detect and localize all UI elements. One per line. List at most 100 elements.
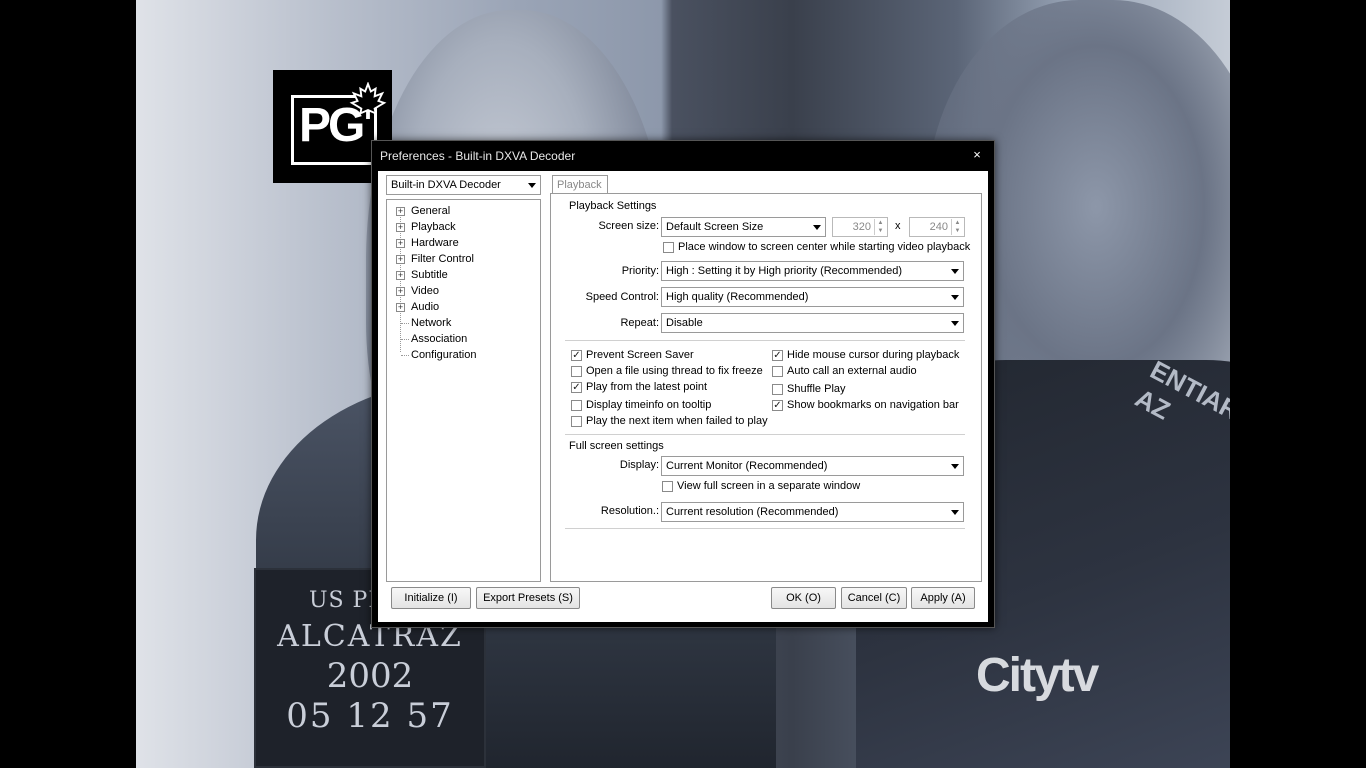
- letterbox-left: [0, 0, 136, 768]
- resolution-label: Resolution.:: [600, 505, 659, 517]
- tree-item-network[interactable]: Network: [387, 315, 537, 331]
- checkbox-label: View full screen in a separate window: [677, 480, 861, 492]
- tree-item-label: Network: [411, 317, 452, 329]
- tree-item-hardware[interactable]: + Hardware: [387, 235, 537, 251]
- display-value: Current Monitor (Recommended): [666, 460, 828, 472]
- size-separator: x: [895, 220, 901, 232]
- tree-item-label: Playback: [411, 221, 456, 233]
- close-icon[interactable]: ×: [970, 148, 984, 162]
- tree-item-label: Video: [411, 285, 439, 297]
- checkbox-label: Open a file using thread to fix freeze: [586, 365, 763, 377]
- checkbox-label: Place window to screen center while star…: [678, 241, 971, 253]
- tab-playback[interactable]: Playback: [552, 175, 608, 194]
- separator: [565, 528, 965, 529]
- dialog-title: Preferences - Built-in DXVA Decoder: [380, 149, 576, 163]
- expand-plus-icon[interactable]: +: [396, 287, 405, 296]
- export-presets-button[interactable]: Export Presets (S): [476, 587, 580, 609]
- tree-item-label: Subtitle: [411, 269, 448, 281]
- playback-settings-page: Playback Settings Screen size: Default S…: [550, 193, 982, 582]
- chevron-down-icon: [528, 183, 536, 188]
- screen-height-spinner[interactable]: 240 ▲ ▼: [909, 217, 965, 237]
- maple-leaf-icon: [349, 82, 387, 120]
- chevron-down-icon: [951, 269, 959, 274]
- chevron-down-icon: [951, 464, 959, 469]
- checkbox-box[interactable]: ✓: [571, 382, 582, 393]
- expand-plus-icon[interactable]: +: [396, 255, 405, 264]
- checkbox-label: Shuffle Play: [787, 383, 846, 395]
- chevron-down-icon: [813, 225, 821, 230]
- spin-up-icon[interactable]: ▲: [875, 219, 886, 227]
- tree-item-general[interactable]: + General: [387, 203, 537, 219]
- chevron-down-icon: [951, 510, 959, 515]
- tree-item-subtitle[interactable]: + Subtitle: [387, 267, 537, 283]
- spin-down-icon[interactable]: ▼: [952, 227, 963, 235]
- tree-item-configuration[interactable]: Configuration: [387, 347, 537, 363]
- category-tree: + General + Playback + Hardware + Filter…: [386, 199, 541, 582]
- screen-height-value: 240: [929, 221, 948, 233]
- letterbox-right: [1230, 0, 1366, 768]
- checkbox-box[interactable]: [663, 242, 674, 253]
- priority-dropdown[interactable]: High : Setting it by High priority (Reco…: [661, 261, 964, 281]
- repeat-dropdown[interactable]: Disable: [661, 313, 964, 333]
- screen-size-value: Default Screen Size: [666, 221, 764, 233]
- spin-down-icon[interactable]: ▼: [875, 227, 886, 235]
- channel-logo: Citytv: [976, 649, 1099, 702]
- checkbox-box[interactable]: [571, 400, 582, 411]
- preset-dropdown[interactable]: Built-in DXVA Decoder: [386, 175, 541, 195]
- checkbox-box[interactable]: ✓: [571, 350, 582, 361]
- checkbox-box[interactable]: ✓: [772, 400, 783, 411]
- checkbox-label: Show bookmarks on navigation bar: [787, 399, 959, 411]
- expand-plus-icon[interactable]: +: [396, 207, 405, 216]
- cancel-button[interactable]: Cancel (C): [841, 587, 907, 609]
- tree-item-playback[interactable]: + Playback: [387, 219, 537, 235]
- resolution-dropdown[interactable]: Current resolution (Recommended): [661, 502, 964, 522]
- checkbox-label: Display timeinfo on tooltip: [586, 399, 712, 411]
- display-dropdown[interactable]: Current Monitor (Recommended): [661, 456, 964, 476]
- screen-size-dropdown[interactable]: Default Screen Size: [661, 217, 826, 237]
- checkbox-box[interactable]: [772, 366, 783, 377]
- chevron-down-icon: [951, 321, 959, 326]
- speed-control-label: Speed Control:: [585, 291, 659, 303]
- separator: [565, 434, 965, 435]
- expand-plus-icon[interactable]: +: [396, 223, 405, 232]
- checkbox-box[interactable]: [662, 481, 673, 492]
- expand-plus-icon[interactable]: +: [396, 271, 405, 280]
- tree-item-association[interactable]: Association: [387, 331, 537, 347]
- tree-item-label: Audio: [411, 301, 440, 313]
- checkbox-box[interactable]: [571, 366, 582, 377]
- separator: [565, 340, 965, 341]
- checkbox-label: Prevent Screen Saver: [586, 349, 694, 361]
- checkbox-box[interactable]: [772, 384, 783, 395]
- checkbox-label: Play the next item when failed to play: [586, 415, 768, 427]
- dialog-body: Built-in DXVA Decoder + General + Playba…: [378, 171, 988, 622]
- group-title-fullscreen: Full screen settings: [569, 440, 664, 452]
- preset-dropdown-value: Built-in DXVA Decoder: [391, 179, 501, 191]
- preferences-dialog: Preferences - Built-in DXVA Decoder × Bu…: [371, 140, 995, 628]
- display-label: Display:: [619, 459, 659, 471]
- tree-item-label: General: [411, 205, 451, 217]
- placard-line: 2002: [326, 656, 414, 696]
- initialize-button[interactable]: Initialize (I): [391, 587, 471, 609]
- group-title-playback-settings: Playback Settings: [569, 200, 657, 212]
- checkbox-box[interactable]: [571, 416, 582, 427]
- spinner-arrows[interactable]: ▲ ▼: [874, 219, 886, 235]
- spin-up-icon[interactable]: ▲: [952, 219, 963, 227]
- screen-width-spinner[interactable]: 320 ▲ ▼: [832, 217, 888, 237]
- apply-button[interactable]: Apply (A): [911, 587, 975, 609]
- repeat-label: Repeat:: [620, 317, 659, 329]
- resolution-value: Current resolution (Recommended): [666, 506, 839, 518]
- repeat-value: Disable: [666, 317, 703, 329]
- checkbox-box[interactable]: ✓: [772, 350, 783, 361]
- checkbox-label: Hide mouse cursor during playback: [787, 349, 960, 361]
- spinner-arrows[interactable]: ▲ ▼: [951, 219, 963, 235]
- speed-control-dropdown[interactable]: High quality (Recommended): [661, 287, 964, 307]
- expand-plus-icon[interactable]: +: [396, 303, 405, 312]
- tree-item-video[interactable]: + Video: [387, 283, 537, 299]
- ok-button[interactable]: OK (O): [771, 587, 836, 609]
- checkbox-label: Play from the latest point: [586, 381, 708, 393]
- dialog-titlebar[interactable]: Preferences - Built-in DXVA Decoder ×: [372, 141, 994, 171]
- expand-plus-icon[interactable]: +: [396, 239, 405, 248]
- tree-item-label: Filter Control: [411, 253, 474, 265]
- tree-item-audio[interactable]: + Audio: [387, 299, 537, 315]
- tree-item-filter-control[interactable]: + Filter Control: [387, 251, 537, 267]
